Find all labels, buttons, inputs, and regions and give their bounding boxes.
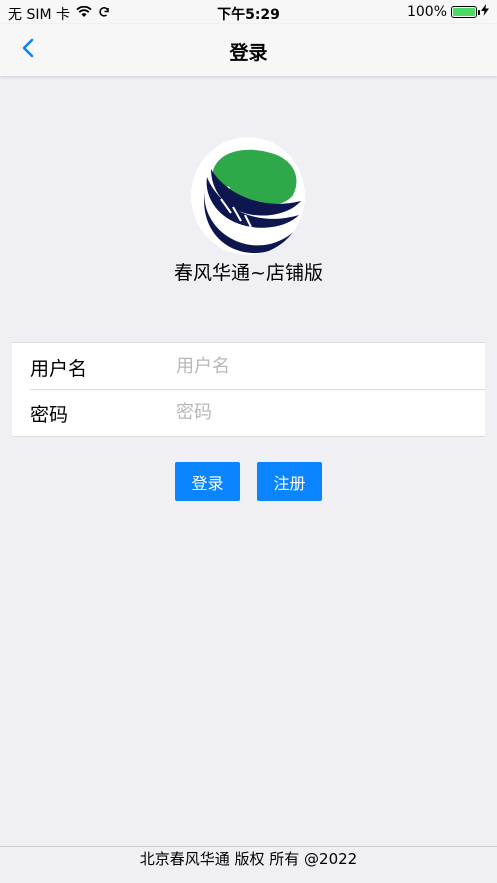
app-name: 春风华通~店铺版 [174,262,323,284]
username-label: 用户名 [30,358,88,380]
app-logo [191,137,305,255]
copyright-footer: 北京春风华通 版权 所有 @2022 [0,846,497,883]
username-row: 用户名 [12,343,485,389]
battery-percent: 100% [406,4,447,20]
navigation-bar: 登录 [0,24,497,76]
login-button[interactable]: 登录 [175,462,240,501]
password-input[interactable] [176,397,466,427]
battery-icon [451,6,480,18]
register-button[interactable]: 注册 [257,462,322,501]
password-label: 密码 [30,404,69,426]
charging-icon [481,4,489,20]
password-row: 密码 [12,389,485,435]
page-title: 登录 [229,42,268,64]
username-input[interactable] [176,351,466,381]
status-right: 100% [407,4,489,20]
battery-fill [453,8,475,16]
status-bar: 无 SIM 卡 下午5:29 100% [0,0,497,24]
login-form: 用户名 密码 [12,342,485,437]
